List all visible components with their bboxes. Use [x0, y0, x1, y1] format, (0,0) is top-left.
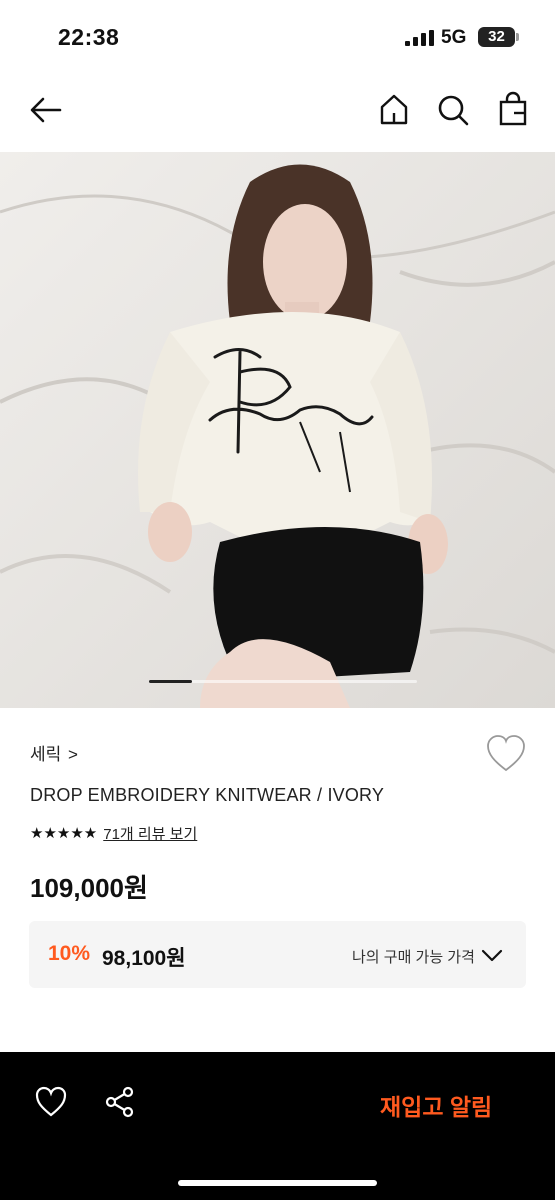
- heart-icon[interactable]: [34, 1085, 68, 1119]
- home-icon[interactable]: [375, 91, 413, 129]
- cellular-signal-icon: [405, 30, 434, 46]
- back-arrow-icon[interactable]: [27, 91, 65, 129]
- product-price: 109,000원: [30, 873, 148, 903]
- search-icon[interactable]: [434, 91, 472, 129]
- brand-name: 세릭: [30, 745, 62, 764]
- network-type: 5G: [441, 27, 467, 48]
- rating-row: ★★★★★ 71개 리뷰 보기: [30, 823, 197, 843]
- shopping-bag-icon[interactable]: [494, 91, 532, 129]
- status-bar: 22:38 5G 32: [0, 0, 555, 72]
- nav-bar: [0, 72, 555, 152]
- star-rating: ★★★★★: [30, 825, 98, 842]
- brand-link[interactable]: 세릭 >: [30, 740, 78, 765]
- status-time: 22:38: [58, 24, 120, 50]
- restock-alert-button[interactable]: 재입고 알림: [380, 1088, 492, 1122]
- battery-icon: 32: [478, 27, 515, 47]
- carousel-indicator: [149, 680, 192, 683]
- product-image[interactable]: [0, 152, 555, 708]
- discount-price-panel[interactable]: 10% 98,100원 나의 구매 가능 가격: [29, 921, 526, 988]
- battery-cap: [516, 33, 519, 41]
- discount-rate: 10%: [48, 942, 91, 965]
- wishlist-heart-icon[interactable]: [485, 734, 527, 774]
- bottom-action-bar: 재입고 알림: [0, 1052, 555, 1200]
- product-title: DROP EMBROIDERY KNITWEAR / IVORY: [30, 785, 385, 805]
- chevron-down-icon: [481, 949, 503, 962]
- review-link[interactable]: 71개 리뷰 보기: [103, 823, 197, 844]
- chevron-right-icon: >: [68, 745, 78, 764]
- discount-price: 98,100원: [102, 947, 186, 970]
- share-icon[interactable]: [103, 1085, 137, 1119]
- home-indicator: [178, 1180, 377, 1186]
- my-price-label: 나의 구매 가능 가격: [352, 949, 475, 966]
